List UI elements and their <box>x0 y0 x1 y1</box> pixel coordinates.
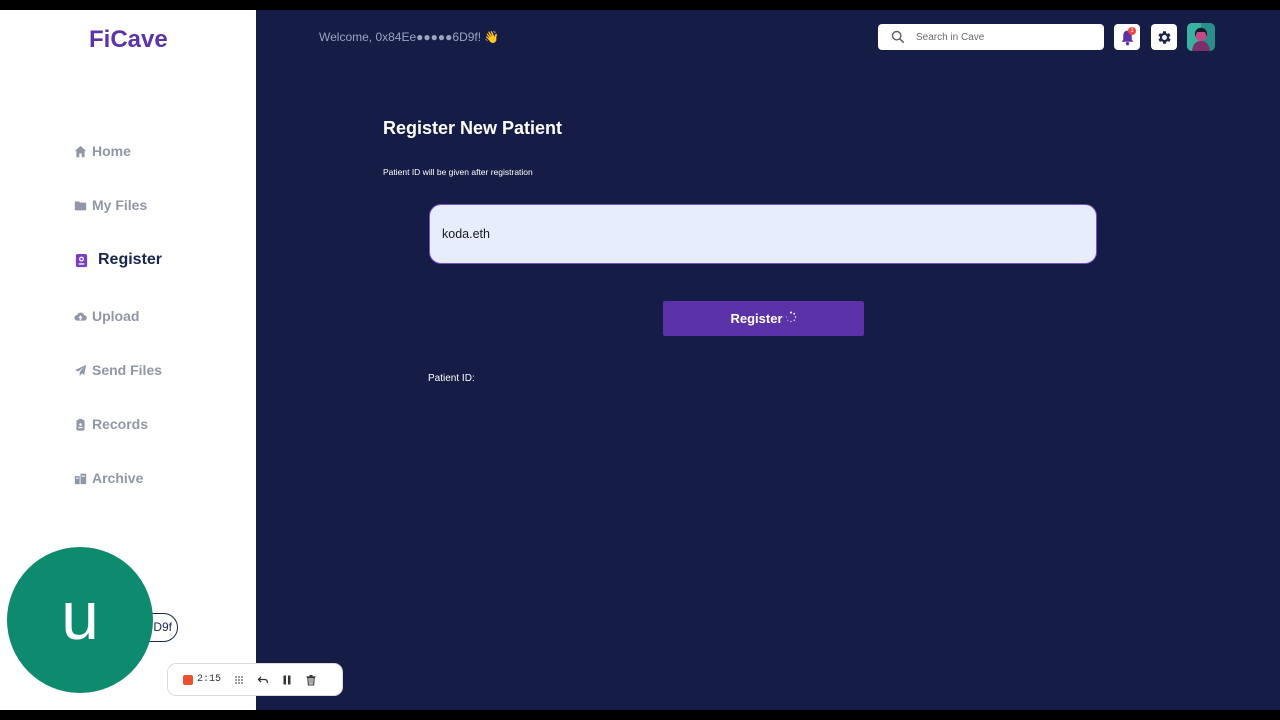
gear-icon <box>1157 30 1171 44</box>
patient-name-input[interactable] <box>429 204 1097 264</box>
search-bar[interactable] <box>878 24 1104 50</box>
sidebar-item-label: My Files <box>92 197 148 213</box>
recording-time: 2:15 <box>197 674 222 685</box>
delete-button[interactable] <box>299 668 323 692</box>
sidebar-item-label: Register <box>98 251 163 268</box>
folder-icon <box>74 200 87 210</box>
home-icon <box>74 145 87 157</box>
cloud-upload-icon <box>74 312 87 321</box>
register-button[interactable]: Register <box>663 301 864 336</box>
pause-button[interactable] <box>275 668 299 692</box>
user-camera-bubble: u <box>7 547 153 693</box>
sidebar-item-label: Archive <box>92 470 144 486</box>
page-title: Register New Patient <box>383 118 563 138</box>
sidebar-item-label: Send Files <box>92 362 163 378</box>
sidebar-item-records[interactable]: Records <box>74 416 148 432</box>
sidebar-item-label: Home <box>92 143 131 159</box>
profile-avatar[interactable] <box>1187 23 1215 51</box>
sidebar-item-label: Records <box>92 416 149 432</box>
sidebar-item-upload[interactable]: Upload <box>74 308 139 324</box>
sidebar-item-home[interactable]: Home <box>74 143 131 159</box>
restart-button[interactable] <box>251 668 275 692</box>
main-content: Welcome, 0x84Ee●●●●●6D9f! 👋 1 Register N… <box>256 10 1280 710</box>
clipboard-icon <box>76 418 85 431</box>
app-window: FiCave Home My Files Register Upload Sen… <box>0 10 1280 710</box>
search-input[interactable] <box>914 30 1098 44</box>
pause-icon <box>283 675 291 684</box>
id-card-icon <box>75 253 88 267</box>
recording-toolbar: 2:15 <box>167 663 343 696</box>
page-subtitle: Patient ID will be given after registrat… <box>383 167 533 177</box>
notification-badge: 1 <box>1128 27 1136 35</box>
patient-id-label: Patient ID: <box>428 373 475 384</box>
grid-icon <box>235 675 243 684</box>
sidebar-item-label: Upload <box>92 308 140 324</box>
loading-spinner-icon <box>785 311 797 326</box>
undo-icon <box>257 676 269 683</box>
archive-icon <box>74 473 87 484</box>
welcome-message: Welcome, 0x84Ee●●●●●6D9f! 👋 <box>319 30 500 44</box>
sidebar-item-my-files[interactable]: My Files <box>74 197 147 213</box>
trash-icon <box>306 674 316 686</box>
settings-button[interactable] <box>1151 24 1177 50</box>
avatar-image <box>1187 23 1215 51</box>
grid-button[interactable] <box>227 668 251 692</box>
sidebar-item-register[interactable]: Register <box>74 251 162 269</box>
paper-plane-icon <box>74 364 87 376</box>
user-initial: u <box>61 578 99 654</box>
search-icon <box>891 30 905 44</box>
stop-recording-icon[interactable] <box>183 674 193 685</box>
notifications-button[interactable]: 1 <box>1114 24 1140 50</box>
sidebar-item-send-files[interactable]: Send Files <box>74 362 162 378</box>
register-button-label: Register <box>730 311 783 326</box>
sidebar-item-archive[interactable]: Archive <box>74 470 143 486</box>
app-logo[interactable]: FiCave <box>89 26 168 54</box>
